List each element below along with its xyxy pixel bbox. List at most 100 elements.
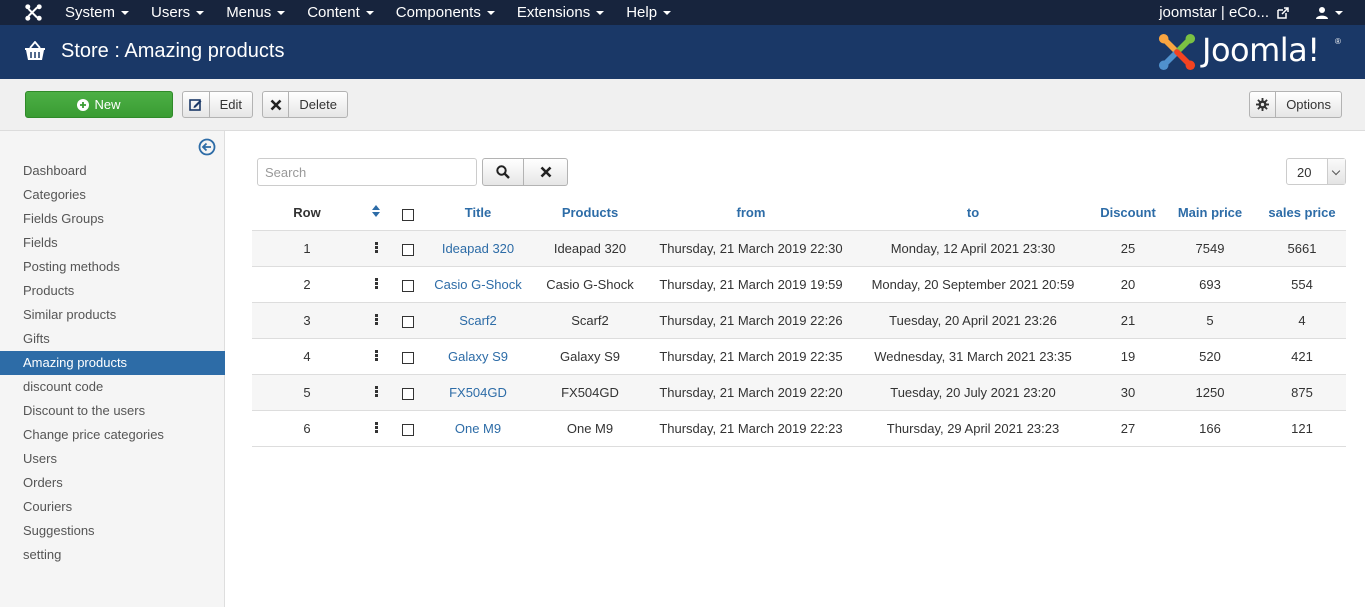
column-header-sales-price[interactable]: sales price bbox=[1258, 196, 1346, 230]
drag-handle-icon[interactable] bbox=[374, 241, 378, 253]
sidebar-item-fields[interactable]: Fields bbox=[0, 231, 225, 255]
sidebar-item-posting-methods[interactable]: Posting methods bbox=[0, 255, 225, 279]
clear-search-button[interactable] bbox=[524, 158, 568, 186]
new-button[interactable]: New bbox=[25, 91, 173, 118]
menu-users[interactable]: Users bbox=[140, 0, 215, 25]
to-date: Wednesday, 31 March 2021 23:35 bbox=[852, 337, 1094, 374]
page-title: Store : Amazing products bbox=[61, 40, 285, 62]
edit-icon-container bbox=[183, 92, 210, 117]
menu-extensions[interactable]: Extensions bbox=[506, 0, 615, 25]
menu-content[interactable]: Content bbox=[296, 0, 385, 25]
sales-price-value: 421 bbox=[1258, 337, 1346, 374]
discount-value: 20 bbox=[1094, 265, 1162, 302]
sidebar-item-couriers[interactable]: Couriers bbox=[0, 495, 225, 519]
caret-down-icon[interactable] bbox=[1335, 10, 1343, 15]
drag-handle-icon[interactable] bbox=[374, 313, 378, 325]
sidebar-item-discount-to-the-users[interactable]: Discount to the users bbox=[0, 399, 225, 423]
sort-icon bbox=[372, 205, 380, 218]
table-header-row: Row Title Products from to Discount Main… bbox=[252, 196, 1346, 230]
drag-handle-icon[interactable] bbox=[374, 421, 378, 433]
table-row: 5 FX504GD FX504GD Thursday, 21 March 2019 2… bbox=[252, 373, 1346, 410]
row-checkbox[interactable] bbox=[402, 352, 414, 365]
sidebar-menu: Dashboard Categories Fields Groups Fields Po… bbox=[0, 159, 225, 567]
plus-circle-icon bbox=[77, 98, 90, 111]
main-price-value: 1250 bbox=[1162, 373, 1258, 410]
ordering-column-header[interactable] bbox=[362, 196, 390, 230]
menu-components[interactable]: Components bbox=[385, 0, 506, 25]
sidebar-item-categories[interactable]: Categories bbox=[0, 183, 225, 207]
discount-value: 25 bbox=[1094, 229, 1162, 266]
edit-button[interactable]: Edit bbox=[182, 91, 253, 118]
column-header-title[interactable]: Title bbox=[426, 196, 530, 230]
column-header-products[interactable]: Products bbox=[530, 196, 650, 230]
menu-label: System bbox=[65, 4, 116, 21]
arrow-left-circle-icon[interactable] bbox=[198, 138, 216, 156]
joomla-icon[interactable] bbox=[24, 3, 43, 22]
external-link-icon[interactable] bbox=[1277, 6, 1289, 19]
list-limit-select[interactable]: 20 bbox=[1286, 158, 1346, 185]
table-row: 2 Casio G-Shock Casio G-Shock Thursday, 21 … bbox=[252, 265, 1346, 302]
main-menu: System Users Menus Content Components Ex… bbox=[54, 0, 682, 25]
search-button[interactable] bbox=[482, 158, 524, 186]
title-link[interactable]: FX504GD bbox=[426, 373, 530, 410]
column-header-from[interactable]: from bbox=[650, 196, 852, 230]
sidebar-item-products[interactable]: Products bbox=[0, 279, 225, 303]
sidebar-item-discount-code[interactable]: discount code bbox=[0, 375, 225, 399]
menu-menus[interactable]: Menus bbox=[215, 0, 296, 25]
sidebar-item-dashboard[interactable]: Dashboard bbox=[0, 159, 225, 183]
title-link[interactable]: One M9 bbox=[426, 409, 530, 447]
from-date: Thursday, 21 March 2019 22:20 bbox=[650, 373, 852, 410]
sidebar-item-amazing-products[interactable]: Amazing products bbox=[0, 351, 225, 375]
menu-help[interactable]: Help bbox=[615, 0, 682, 25]
close-icon bbox=[270, 99, 282, 110]
row-number: 4 bbox=[252, 337, 362, 374]
sales-price-value: 875 bbox=[1258, 373, 1346, 410]
title-link[interactable]: Ideapad 320 bbox=[426, 229, 530, 266]
column-header-main-price[interactable]: Main price bbox=[1162, 196, 1258, 230]
title-link[interactable]: Galaxy S9 bbox=[426, 337, 530, 374]
caret-down-icon bbox=[196, 11, 205, 16]
sidebar-item-fields-groups[interactable]: Fields Groups bbox=[0, 207, 225, 231]
column-header-discount[interactable]: Discount bbox=[1094, 196, 1162, 230]
product-name: Galaxy S9 bbox=[530, 337, 650, 374]
discount-value: 30 bbox=[1094, 373, 1162, 410]
sidebar-item-change-price-categories[interactable]: Change price categories bbox=[0, 423, 225, 447]
menu-system[interactable]: System bbox=[54, 0, 140, 25]
drag-handle-icon[interactable] bbox=[374, 349, 378, 361]
to-date: Monday, 12 April 2021 23:30 bbox=[852, 229, 1094, 266]
row-checkbox[interactable] bbox=[402, 388, 414, 401]
search-input[interactable] bbox=[257, 158, 477, 186]
select-all-checkbox[interactable] bbox=[402, 209, 414, 222]
menu-label: Users bbox=[151, 4, 191, 21]
row-checkbox[interactable] bbox=[402, 280, 414, 293]
gear-icon bbox=[1256, 98, 1270, 111]
row-number: 3 bbox=[252, 301, 362, 338]
sidebar-item-users[interactable]: Users bbox=[0, 447, 225, 471]
site-link[interactable]: joomstar | eCo... bbox=[1159, 4, 1269, 21]
options-button[interactable]: Options bbox=[1249, 91, 1342, 118]
column-header-to[interactable]: to bbox=[852, 196, 1094, 230]
column-header-row[interactable]: Row bbox=[252, 196, 362, 230]
sidebar-item-suggestions[interactable]: Suggestions bbox=[0, 519, 225, 543]
sidebar-item-orders[interactable]: Orders bbox=[0, 471, 225, 495]
title-link[interactable]: Scarf2 bbox=[426, 301, 530, 338]
sales-price-value: 554 bbox=[1258, 265, 1346, 302]
delete-button[interactable]: Delete bbox=[262, 91, 348, 118]
main-content: 20 Row Title Products from to Disco bbox=[226, 131, 1365, 607]
checkbox-cell bbox=[390, 409, 426, 447]
sidebar-item-setting[interactable]: setting bbox=[0, 543, 225, 567]
table-body: 1 Ideapad 320 Ideapad 320 Thursday, 21 Marc… bbox=[252, 229, 1346, 447]
row-checkbox[interactable] bbox=[402, 244, 414, 257]
row-checkbox[interactable] bbox=[402, 424, 414, 437]
title-link[interactable]: Casio G-Shock bbox=[426, 265, 530, 302]
drag-handle-icon[interactable] bbox=[374, 277, 378, 289]
user-icon[interactable] bbox=[1315, 6, 1329, 20]
drag-handle-icon[interactable] bbox=[374, 385, 378, 397]
sidebar-item-gifts[interactable]: Gifts bbox=[0, 327, 225, 351]
drag-cell bbox=[362, 337, 390, 374]
sidebar-item-similar-products[interactable]: Similar products bbox=[0, 303, 225, 327]
row-checkbox[interactable] bbox=[402, 316, 414, 329]
checkbox-cell bbox=[390, 373, 426, 410]
delete-button-label: Delete bbox=[299, 97, 337, 112]
discount-value: 21 bbox=[1094, 301, 1162, 338]
